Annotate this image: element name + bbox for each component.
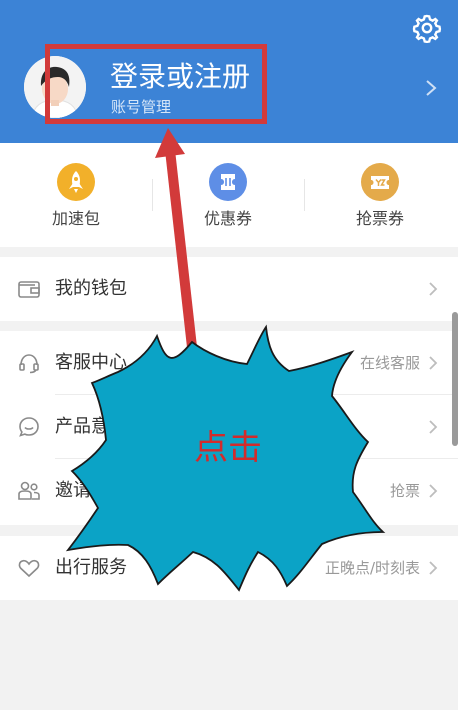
menu-row-label: 产品意 xyxy=(55,416,109,437)
highlight-box xyxy=(45,44,267,124)
travel-section: 出行服务 正晚点/时刻表 xyxy=(0,536,458,600)
quick-actions-bar: 加速包 优惠券 抢票券 xyxy=(0,143,458,247)
click-annotation-label: 点击 xyxy=(194,428,262,468)
menu-row-label: 出行服务 xyxy=(55,557,127,578)
quick-action-ticket-voucher[interactable]: 抢票券 xyxy=(304,143,456,247)
quick-action-label: 优惠券 xyxy=(203,209,252,228)
menu-row-label: 客服中心 xyxy=(55,352,127,373)
people-icon xyxy=(18,481,40,500)
menu-row-value: 抢票 xyxy=(389,482,420,500)
wallet-icon xyxy=(18,281,40,298)
menu-row-label: 我的钱包 xyxy=(55,278,127,299)
menu-row-wallet[interactable]: 我的钱包 xyxy=(0,257,458,321)
chevron-right-icon xyxy=(429,282,438,296)
chevron-right-icon[interactable] xyxy=(424,78,438,98)
wallet-section: 我的钱包 xyxy=(0,257,458,321)
chevron-right-icon xyxy=(429,561,438,575)
menu-row-customer-service[interactable]: 客服中心 在线客服 xyxy=(0,331,458,395)
headset-icon xyxy=(19,354,39,374)
quick-action-coupon[interactable]: 优惠券 xyxy=(152,143,304,247)
feedback-bubble-icon xyxy=(19,417,39,437)
heart-icon xyxy=(18,559,40,578)
scrollbar[interactable] xyxy=(452,312,458,446)
menu-row-value: 在线客服 xyxy=(359,354,420,372)
menu-row-label: 邀请好 xyxy=(55,480,109,501)
menu-row-invite[interactable]: 邀请好 抢票 xyxy=(0,459,458,523)
coupon-icon xyxy=(209,163,247,201)
quick-action-boost-pack[interactable]: 加速包 xyxy=(0,143,152,247)
chevron-right-icon xyxy=(429,420,438,434)
profile-header: 登录或注册 账号管理 xyxy=(0,0,458,143)
menu-row-value: 正晚点/时刻表 xyxy=(324,559,420,577)
chevron-right-icon xyxy=(429,484,438,498)
rocket-icon xyxy=(57,163,95,201)
ticket-icon xyxy=(361,163,399,201)
chevron-right-icon xyxy=(429,356,438,370)
menu-row-travel-service[interactable]: 出行服务 正晚点/时刻表 xyxy=(0,536,458,600)
quick-action-label: 抢票券 xyxy=(355,209,404,228)
quick-action-label: 加速包 xyxy=(51,209,100,228)
settings-gear-icon[interactable] xyxy=(412,13,442,43)
